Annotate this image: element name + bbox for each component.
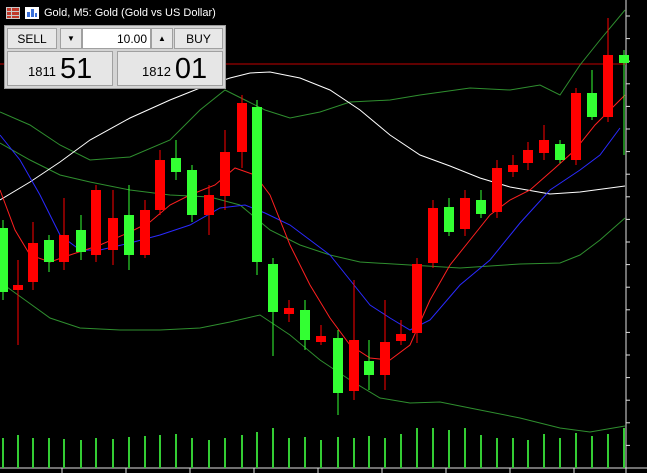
bear-candle xyxy=(220,152,230,196)
bear-candle xyxy=(316,336,326,342)
bull-candle xyxy=(0,228,8,292)
bear-candle xyxy=(460,198,470,229)
sell-price-prefix: 1811 xyxy=(28,64,56,79)
bull-candle xyxy=(252,107,262,262)
bear-candle xyxy=(28,243,38,282)
bear-candle xyxy=(412,264,422,333)
bear-candle xyxy=(380,342,390,375)
bear-candle xyxy=(428,208,438,263)
bull-candle xyxy=(124,215,134,255)
bull-candle xyxy=(587,93,597,117)
buy-price-prefix: 1812 xyxy=(142,64,171,79)
lot-increase-button[interactable]: ▲ xyxy=(151,28,173,49)
bull-candle xyxy=(76,230,86,252)
bull-candle xyxy=(555,144,565,160)
bull-candle xyxy=(476,200,486,214)
bear-candle xyxy=(284,308,294,314)
bull-candle xyxy=(444,207,454,232)
bull-candle xyxy=(300,310,310,340)
bear-candle xyxy=(155,160,165,210)
bear-candle xyxy=(508,165,518,172)
bear-candle xyxy=(91,190,101,255)
ma-long xyxy=(0,71,626,201)
buy-price-pips: 01 xyxy=(174,53,208,85)
sell-price-pips: 51 xyxy=(59,53,93,85)
buy-price[interactable]: 1812 01 xyxy=(117,51,223,86)
buy-button[interactable]: BUY xyxy=(174,28,223,49)
bull-candle xyxy=(187,170,197,215)
lot-decrease-button[interactable]: ▼ xyxy=(60,28,82,49)
chart-header: Gold, M5: Gold (Gold vs US Dollar) xyxy=(0,0,216,26)
sell-price[interactable]: 1811 51 xyxy=(7,51,113,86)
bear-candle xyxy=(603,55,613,117)
chart-icon[interactable] xyxy=(25,7,39,19)
bear-candle xyxy=(571,93,581,160)
lot-size-input[interactable] xyxy=(82,28,151,49)
sell-button[interactable]: SELL xyxy=(7,28,57,49)
bull-candle xyxy=(619,55,629,63)
bear-candle xyxy=(492,168,502,212)
chart-title: Gold, M5: Gold (Gold vs US Dollar) xyxy=(44,7,216,19)
bear-candle xyxy=(204,195,214,215)
bear-candle xyxy=(237,103,247,152)
table-icon[interactable] xyxy=(6,7,20,19)
bull-candle xyxy=(333,338,343,393)
bull-candle xyxy=(364,361,374,375)
one-click-trading-panel: SELL ▼ ▲ BUY 1811 51 1812 01 xyxy=(4,25,226,89)
bear-candle xyxy=(349,340,359,391)
bear-candle xyxy=(523,150,533,163)
bull-candle xyxy=(44,240,54,262)
bear-candle xyxy=(59,235,69,262)
bollinger-lower xyxy=(0,281,626,433)
bear-candle xyxy=(13,285,23,290)
bull-candle xyxy=(268,264,278,312)
bull-candle xyxy=(171,158,181,172)
bear-candle xyxy=(108,218,118,250)
bear-candle xyxy=(140,210,150,255)
bear-candle xyxy=(396,334,406,341)
bear-candle xyxy=(539,140,549,153)
